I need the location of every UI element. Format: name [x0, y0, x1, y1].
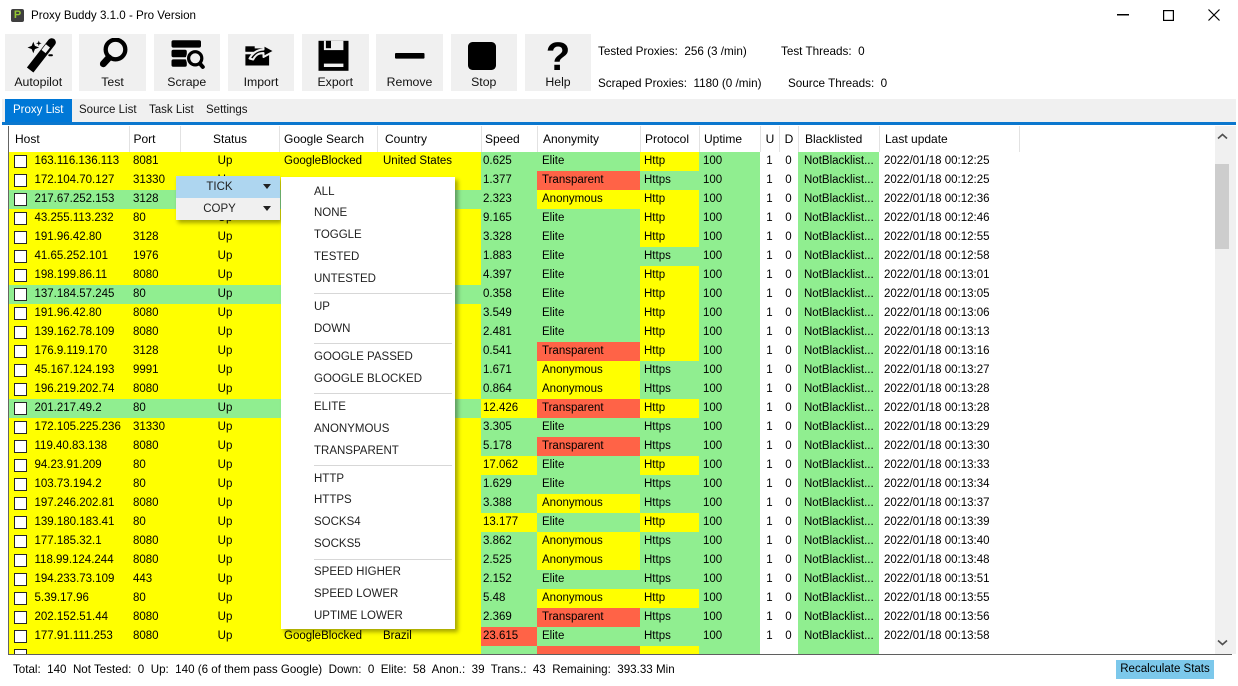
svg-text:?: ?	[546, 38, 570, 74]
